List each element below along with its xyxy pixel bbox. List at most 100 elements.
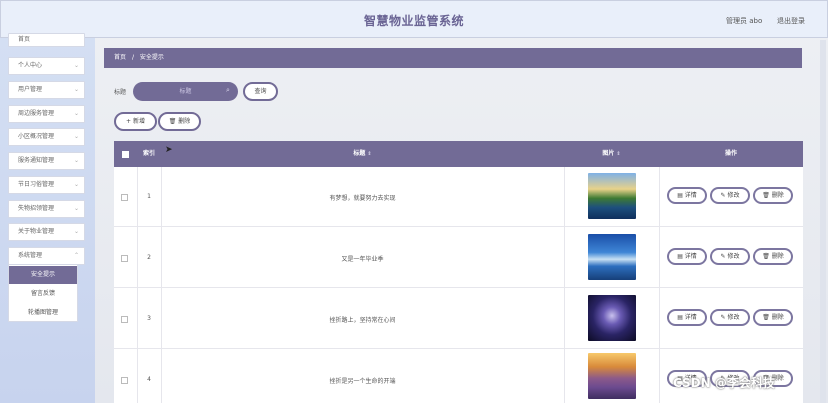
sidebar-item-home[interactable]: 首页 <box>8 33 85 47</box>
app-header: 智慧物业监管系统 管理员 abo 退出登录 <box>0 0 828 38</box>
header-image-label: 图片 <box>602 150 615 157</box>
header-image[interactable]: 图片 ⇕ <box>564 141 659 167</box>
row-title: 又是一年毕业季 <box>341 256 384 263</box>
doc-icon: ▤ <box>677 253 685 260</box>
starry-sky-thumbnail <box>588 295 636 341</box>
page-scrollbar[interactable] <box>820 40 826 403</box>
submenu-item-feedback[interactable]: 留言反馈 <box>9 285 77 303</box>
header-title[interactable]: 标题 ⇕ <box>161 141 564 167</box>
trash-icon: 🗑 <box>762 192 772 199</box>
table-row: 3 挫折路上，坚持常在心间 ▤ 详情 ✎ 修改 🗑 删除 <box>114 289 803 349</box>
sidebar-item-nearby-services[interactable]: 周边服务管理 ⌄ <box>8 105 85 123</box>
row-checkbox[interactable] <box>121 377 128 384</box>
submenu-item-carousel[interactable]: 轮播图管理 <box>9 304 77 322</box>
doc-icon: ▤ <box>677 192 685 199</box>
row-title: 挫折路上，坚持常在心间 <box>329 317 396 324</box>
trash-icon: 🗑 <box>762 314 772 321</box>
breadcrumb-home[interactable]: 首页 <box>114 54 126 61</box>
search-input[interactable] <box>133 82 238 101</box>
delete-button-label: 删除 <box>771 192 784 199</box>
row-index: 4 <box>147 376 151 383</box>
doc-icon: ▤ <box>677 314 685 321</box>
detail-button-label: 详情 <box>684 192 697 199</box>
app-title: 智慧物业监管系统 <box>363 14 464 28</box>
row-title: 有梦想，就要努力去实现 <box>329 195 396 202</box>
detail-button[interactable]: ▤ 详情 <box>667 309 707 326</box>
search-button[interactable]: 查询 <box>243 82 278 101</box>
sidebar-item-label: 个人中心 <box>18 62 43 69</box>
header-ops: 操作 <box>724 150 737 157</box>
sidebar-item-label: 服务通知管理 <box>18 157 55 164</box>
current-user[interactable]: 管理员 abo <box>726 16 762 26</box>
search-label: 标题 <box>114 89 127 96</box>
header-title-label: 标题 <box>353 150 366 157</box>
sidebar-item-label: 首页 <box>18 36 31 43</box>
chevron-up-icon: ⌃ <box>73 252 79 259</box>
edit-button-label: 修改 <box>727 253 740 260</box>
row-index: 1 <box>147 193 151 200</box>
table-header: 索引 标题 ⇕ 图片 ⇕ 操作 <box>114 141 803 167</box>
detail-button-label: 详情 <box>684 314 697 321</box>
chevron-down-icon: ⌄ <box>73 205 79 212</box>
breadcrumb-separator: / <box>131 54 134 61</box>
row-checkbox[interactable] <box>121 194 128 201</box>
sidebar-item-personal-center[interactable]: 个人中心 ⌄ <box>8 57 85 75</box>
mountain-lake-thumbnail <box>588 173 636 219</box>
delete-button-label: 删除 <box>771 253 784 260</box>
submenu-item-safety-tips[interactable]: 安全提示 <box>9 266 77 284</box>
sort-icon: ⇕ <box>367 151 372 157</box>
add-button[interactable]: + 新增 <box>114 112 157 131</box>
edit-button[interactable]: ✎ 修改 <box>710 309 750 326</box>
chevron-down-icon: ⌄ <box>73 110 79 117</box>
header-index: 索引 <box>142 150 155 157</box>
lake-tree-thumbnail <box>588 234 636 280</box>
edit-button[interactable]: ✎ 修改 <box>710 248 750 265</box>
detail-button-label: 详情 <box>684 253 697 260</box>
mouse-cursor-icon: ➤ <box>165 145 173 155</box>
trash-icon: 🗑 <box>762 253 772 260</box>
sidebar-item-service-notices[interactable]: 服务通知管理 ⌄ <box>8 152 85 170</box>
chevron-down-icon: ⌄ <box>73 133 79 140</box>
row-index: 2 <box>147 254 151 261</box>
sidebar-item-label: 关于物业管理 <box>18 228 55 235</box>
sidebar-item-label: 周边服务管理 <box>18 110 55 117</box>
sidebar-item-user-management[interactable]: 用户管理 ⌄ <box>8 81 85 99</box>
chevron-down-icon: ⌄ <box>73 181 79 188</box>
sidebar-item-label: 用户管理 <box>18 86 43 93</box>
sidebar-item-community-overview[interactable]: 小区概况管理 ⌄ <box>8 128 85 146</box>
sidebar-item-lost-and-found[interactable]: 失物招领管理 ⌄ <box>8 200 85 218</box>
sidebar-item-label: 小区概况管理 <box>18 133 55 140</box>
chevron-down-icon: ⌄ <box>73 228 79 235</box>
row-checkbox[interactable] <box>121 255 128 262</box>
batch-delete-button[interactable]: 🗑 删除 <box>158 112 201 131</box>
row-title: 挫折是另一个生命的开端 <box>329 378 396 385</box>
edit-button[interactable]: ✎ 修改 <box>710 187 750 204</box>
logout-link[interactable]: 退出登录 <box>777 16 805 26</box>
sidebar-item-label: 节日习俗管理 <box>18 181 55 188</box>
sidebar-item-label: 系统管理 <box>18 252 43 259</box>
sort-icon: ⇕ <box>616 151 621 157</box>
breadcrumb-current: 安全提示 <box>139 54 164 61</box>
detail-button[interactable]: ▤ 详情 <box>667 248 707 265</box>
chevron-down-icon: ⌄ <box>73 157 79 164</box>
delete-button[interactable]: 🗑 删除 <box>753 309 793 326</box>
lavender-field-thumbnail <box>588 353 636 399</box>
select-all-checkbox[interactable] <box>122 151 129 158</box>
sidebar-item-system-management[interactable]: 系统管理 ⌃ <box>8 247 85 265</box>
sidebar-item-festival-customs[interactable]: 节日习俗管理 ⌄ <box>8 176 85 194</box>
delete-button[interactable]: 🗑 删除 <box>753 187 793 204</box>
search-icon: ⌕ <box>226 86 230 94</box>
chevron-down-icon: ⌄ <box>73 62 79 69</box>
detail-button[interactable]: ▤ 详情 <box>667 187 707 204</box>
row-checkbox[interactable] <box>121 316 128 323</box>
sidebar-item-label: 失物招领管理 <box>18 205 55 212</box>
delete-button[interactable]: 🗑 删除 <box>753 248 793 265</box>
edit-button-label: 修改 <box>727 314 740 321</box>
chevron-down-icon: ⌄ <box>73 86 79 93</box>
watermark: CSDN @李会科技 <box>673 376 775 390</box>
edit-button-label: 修改 <box>727 192 740 199</box>
table-row: 1 有梦想，就要努力去实现 ▤ 详情 ✎ 修改 🗑 删除 <box>114 167 803 227</box>
table-row: 2 又是一年毕业季 ▤ 详情 ✎ 修改 🗑 删除 <box>114 228 803 288</box>
sidebar-item-about-property[interactable]: 关于物业管理 ⌄ <box>8 223 85 241</box>
row-index: 3 <box>147 315 151 322</box>
